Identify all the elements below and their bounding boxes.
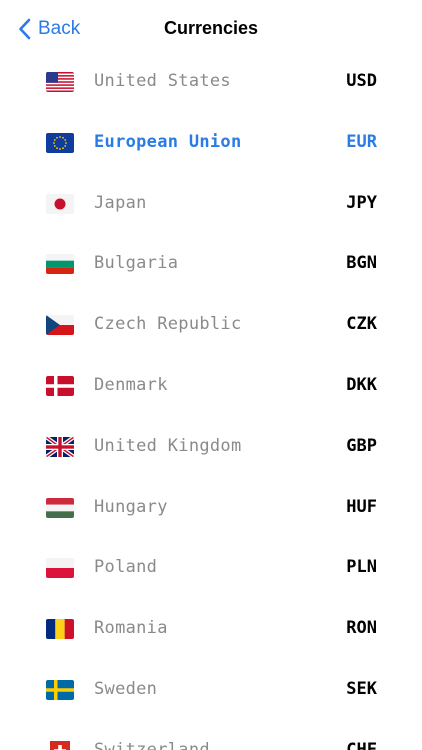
currency-code: JPY [346,192,377,213]
ro-flag-icon [46,619,74,640]
currency-row[interactable]: Czech Republic CZK [0,295,422,356]
se-flag-icon [46,679,74,700]
currency-country: Czech Republic [94,314,242,335]
currency-code: CZK [346,314,377,335]
currency-code: DKK [346,374,377,395]
currency-country: Denmark [94,374,168,395]
currency-country: Sweden [94,678,158,699]
currency-country: Poland [94,557,158,578]
currency-country: Switzerland [94,739,210,750]
currency-code: PLN [346,557,377,578]
currency-code: CHF [346,739,377,750]
currency-row[interactable]: Poland PLN [0,538,422,599]
eu-flag-icon [46,132,74,153]
currency-row[interactable]: United States USD [0,52,422,113]
currency-country: Japan [94,192,147,213]
currency-list: United States USD European Union EUR Japan JP… [0,52,422,750]
page-title: Currencies [163,18,259,38]
cz-flag-icon [46,315,74,336]
currency-row[interactable]: Hungary HUF [0,478,422,539]
currency-code: RON [346,618,377,639]
us-flag-icon [46,72,74,92]
currency-row[interactable]: Sweden SEK [0,660,422,721]
currency-country: Romania [94,618,168,639]
jp-flag-icon [46,193,74,214]
currency-code: BGN [346,253,377,274]
currency-row[interactable]: Japan JPY [0,174,422,235]
hu-flag-icon [46,497,74,518]
currency-country: Hungary [94,496,168,517]
currency-row[interactable]: European Union EUR [0,113,422,174]
currency-row[interactable]: United Kingdom GBP [0,417,422,478]
currencies-screen: Back Currencies United States USD European… [0,0,422,750]
gb-flag-icon [46,436,74,457]
currency-row[interactable]: Romania RON [0,599,422,660]
currency-code: EUR [346,131,377,152]
currency-code: USD [346,71,377,91]
currency-country: United Kingdom [94,435,242,456]
currency-code: GBP [346,435,377,456]
pl-flag-icon [46,558,74,579]
dk-flag-icon [46,375,74,396]
ch-flag-icon [46,740,74,750]
currency-code: SEK [346,678,377,699]
currency-country: Bulgaria [94,253,179,274]
currency-row[interactable]: Switzerland CHF [0,721,422,750]
navigation-bar: Back Currencies [0,0,422,58]
bg-flag-icon [46,254,74,275]
currency-row[interactable]: Denmark DKK [0,356,422,417]
currency-country: United States [94,71,231,91]
currency-country: European Union [94,131,242,152]
currency-row[interactable]: Bulgaria BGN [0,234,422,295]
currency-code: HUF [346,496,377,517]
